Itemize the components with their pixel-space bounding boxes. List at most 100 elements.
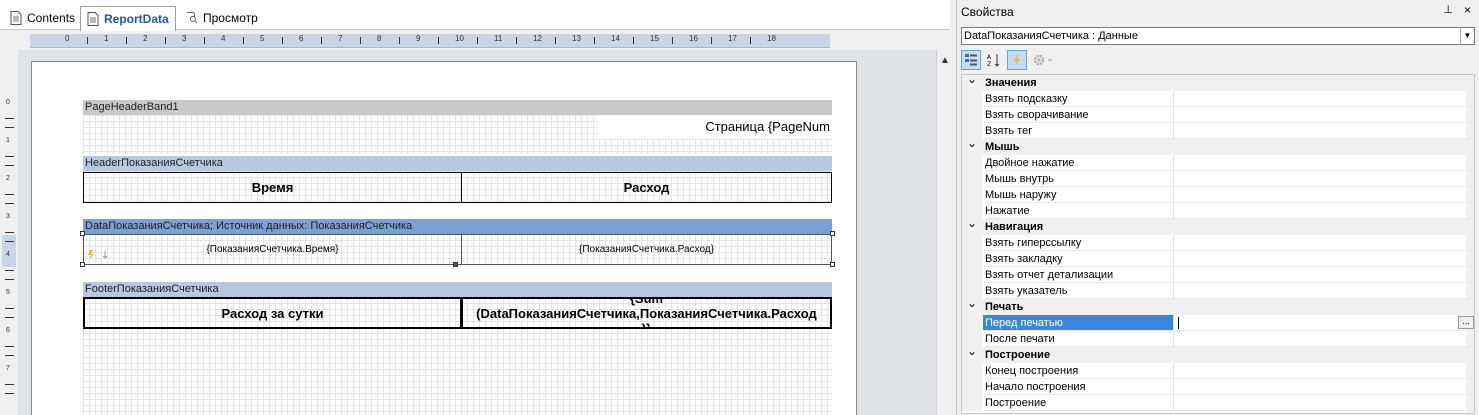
property-row[interactable]: Конец построения [962,363,1474,379]
property-name[interactable]: Взять тег [985,123,1174,139]
property-row[interactable]: Взять сворачивание [962,107,1474,123]
data-band-label[interactable]: DataПоказанияСчетчика; Источник данных: … [83,219,832,234]
property-row[interactable]: Взять указатель [962,283,1474,299]
footer-label-cell[interactable]: Расход за сутки [83,297,462,329]
property-row[interactable]: Взять подсказку [962,91,1474,107]
property-name[interactable]: Взять сворачивание [985,107,1174,123]
property-value[interactable] [1174,235,1474,251]
data-time-cell[interactable]: {ПоказанияСчетчика.Время} [83,234,462,265]
property-category[interactable]: ⌄ Навигация [962,216,1474,235]
property-row[interactable]: Нажатие [962,203,1474,219]
property-row[interactable]: Мышь наружу [962,187,1474,203]
tab-preview[interactable]: Просмотр [180,6,264,30]
property-name[interactable]: Взять подсказку [985,91,1174,107]
page-number-text[interactable]: Страница {PageNum [598,115,832,139]
object-selector[interactable]: DataПоказанияСчетчика : Данные ▼ [961,27,1475,45]
chevron-down-icon[interactable]: ▼ [1460,28,1474,44]
header-time-cell[interactable]: Время [83,172,462,203]
header-consumption-cell[interactable]: Расход [461,172,832,203]
property-name[interactable]: Построение [985,395,1174,411]
design-surface[interactable]: PageHeaderBand1 Страница {PageNum Header… [18,50,936,415]
property-row[interactable]: После печати [962,331,1474,347]
property-name[interactable]: Нажатие [985,203,1174,219]
categorized-button[interactable] [961,50,981,70]
property-value[interactable] [1174,171,1474,187]
pin-icon[interactable]: ⊥ [1443,3,1453,16]
resize-handle[interactable] [830,262,835,267]
report-page[interactable]: PageHeaderBand1 Страница {PageNum Header… [31,61,857,415]
property-value[interactable] [1174,283,1474,299]
close-icon[interactable]: × [1464,3,1471,17]
resize-handle[interactable] [80,231,85,236]
property-value[interactable] [1174,267,1474,283]
settings-button[interactable] [1030,50,1056,70]
property-value[interactable] [1174,91,1474,107]
property-name[interactable]: Взять гиперссылку [985,235,1174,251]
property-value[interactable] [1174,379,1474,395]
data-band[interactable]: {ПоказанияСчетчика.Время} {ПоказанияСчет… [80,231,835,267]
resize-handle[interactable] [830,231,835,236]
events-button[interactable] [1007,50,1027,70]
property-value[interactable] [1174,251,1474,267]
property-value[interactable] [1174,123,1474,139]
page-header-band[interactable]: Страница {PageNum [83,115,832,154]
chevron-down-icon[interactable]: ⌄ [967,135,977,151]
data-consumption-cell[interactable]: {ПоказанияСчетчика.Расход} [461,234,832,265]
resize-handle[interactable] [80,262,85,267]
property-name[interactable]: Взять закладку [985,251,1174,267]
lightning-icon [88,250,108,260]
property-row[interactable]: Перед печатью... [962,315,1474,331]
property-value[interactable] [1174,331,1474,347]
property-value[interactable] [1174,363,1474,379]
property-category[interactable]: ⌄ Печать [962,296,1474,315]
property-value[interactable] [1174,155,1474,171]
property-value[interactable] [1174,395,1474,411]
property-name[interactable]: Перед печатью [983,315,1174,331]
footer-sum-cell[interactable]: {Sum (DataПоказанияСчетчика,ПоказанияСче… [461,297,832,329]
property-row[interactable]: Начало построения [962,379,1474,395]
property-category[interactable]: ⌄ Мышь [962,136,1474,155]
property-row[interactable]: Двойное нажатие [962,155,1474,171]
property-value[interactable]: ... [1174,315,1474,331]
property-name[interactable]: Взять указатель [985,283,1174,299]
property-name[interactable]: Мышь наружу [985,187,1174,203]
property-name[interactable]: Начало построения [985,379,1174,395]
chevron-down-icon[interactable]: ⌄ [967,343,977,359]
vertical-scrollbar[interactable]: ▲ [936,50,952,415]
document-icon [10,11,22,25]
chevron-down-icon[interactable]: ⌄ [967,215,977,231]
property-category[interactable]: ⌄ Значения [962,75,1474,91]
header-band[interactable]: Время Расход [83,171,832,204]
property-row[interactable]: Взять закладку [962,251,1474,267]
chevron-down-icon[interactable]: ⌄ [967,295,977,311]
footer-band-label[interactable]: FooterПоказанияСчетчика [83,282,832,297]
property-name[interactable]: Мышь внутрь [985,171,1174,187]
resize-handle[interactable] [453,262,458,267]
property-row[interactable]: Взять гиперссылку [962,235,1474,251]
ruler-tick-label: 17 [728,34,737,43]
property-row[interactable]: Взять тег [962,123,1474,139]
property-row[interactable]: Взять отчет детализации [962,267,1474,283]
page-header-band-label[interactable]: PageHeaderBand1 [83,100,832,115]
property-value[interactable] [1174,107,1474,123]
scroll-up-icon[interactable]: ▲ [940,55,950,66]
property-row[interactable]: Построение [962,395,1474,411]
ruler-tick-mark [243,37,244,44]
ruler-tick-mark [5,384,14,385]
property-value[interactable] [1174,187,1474,203]
property-category[interactable]: ⌄ Построение [962,344,1474,363]
sum-line-1: {Sum [629,297,664,306]
ellipsis-button[interactable]: ... [1458,316,1474,329]
footer-band[interactable]: Расход за сутки {Sum (DataПоказанияСчетч… [83,297,832,415]
tab-reportdata[interactable]: ReportData [80,6,176,31]
property-name[interactable]: Двойное нажатие [985,155,1174,171]
property-name[interactable]: Взять отчет детализации [985,267,1174,283]
alphabetical-button[interactable]: AZ [984,50,1004,70]
property-row[interactable]: Мышь внутрь [962,171,1474,187]
header-band-label[interactable]: HeaderПоказанияСчетчика [83,156,832,171]
property-value[interactable] [1174,203,1474,219]
property-name[interactable]: Конец построения [985,363,1174,379]
tab-contents[interactable]: Contents [4,6,81,30]
chevron-down-icon[interactable]: ⌄ [967,75,977,87]
property-name[interactable]: После печати [985,331,1174,347]
